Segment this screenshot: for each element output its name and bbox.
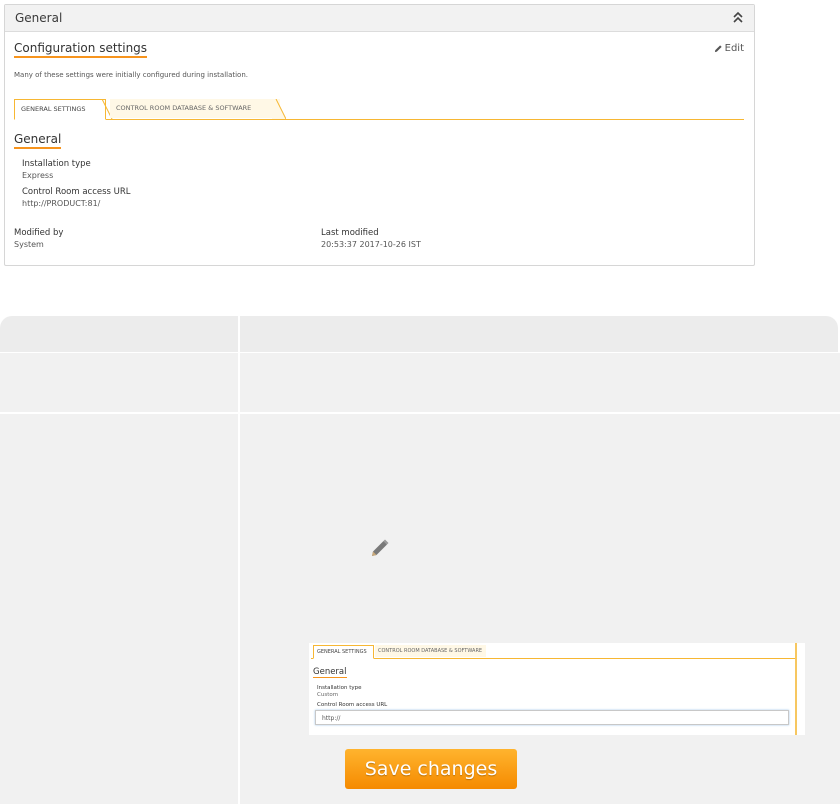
mini-installation-type-label: Installation type — [317, 685, 362, 691]
table-row — [0, 353, 840, 412]
modified-by-value: System — [14, 240, 44, 249]
mini-section-title: General — [313, 667, 347, 678]
save-changes-button[interactable]: Save changes — [345, 749, 517, 789]
chevron-double-up-icon[interactable] — [732, 11, 744, 25]
table-row — [0, 414, 840, 804]
installation-type-label: Installation type — [22, 159, 91, 169]
access-url-value: http://PRODUCT:81/ — [22, 199, 101, 208]
mini-tab-general-settings: GENERAL SETTINGS — [313, 645, 374, 659]
settings-screenshot: GENERAL SETTINGS CONTROL ROOM DATABASE &… — [309, 643, 805, 735]
mini-tab-control-room-database-software: CONTROL ROOM DATABASE & SOFTWARE — [375, 645, 486, 657]
tab-edge — [272, 99, 286, 119]
tab-general-settings[interactable]: GENERAL SETTINGS — [14, 99, 106, 120]
configuration-settings-title: Configuration settings — [14, 41, 148, 58]
last-modified-value: 20:53:37 2017-10-26 IST — [321, 240, 421, 249]
mini-tabs: GENERAL SETTINGS CONTROL ROOM DATABASE &… — [311, 645, 795, 659]
tab-control-room-database-software[interactable]: CONTROL ROOM DATABASE & SOFTWARE — [110, 99, 280, 118]
modified-by-label: Modified by — [14, 228, 64, 238]
installation-type-value: Express — [22, 171, 54, 180]
last-modified-label: Last modified — [321, 228, 379, 238]
description-text: Many of these settings were initially co… — [14, 71, 249, 79]
section-title-general: General — [14, 132, 62, 149]
panel-header[interactable]: General — [5, 5, 754, 32]
mini-access-url-label: Control Room access URL — [317, 702, 388, 708]
mini-installation-type-value: Custom — [317, 692, 339, 698]
panel-title: General — [15, 11, 63, 25]
edit-label: Edit — [724, 43, 744, 54]
general-settings-panel: General Configuration settings Edit Many… — [4, 4, 755, 266]
access-url-label: Control Room access URL — [22, 187, 131, 197]
edit-link[interactable]: Edit — [714, 43, 744, 54]
column-divider — [238, 316, 240, 804]
table-header-row — [0, 316, 838, 352]
pencil-icon — [714, 45, 722, 53]
mini-access-url-input: http:// — [315, 710, 789, 725]
mini-border — [795, 643, 797, 735]
pencil-icon — [372, 539, 389, 556]
settings-tabs: GENERAL SETTINGS CONTROL ROOM DATABASE &… — [14, 99, 744, 120]
